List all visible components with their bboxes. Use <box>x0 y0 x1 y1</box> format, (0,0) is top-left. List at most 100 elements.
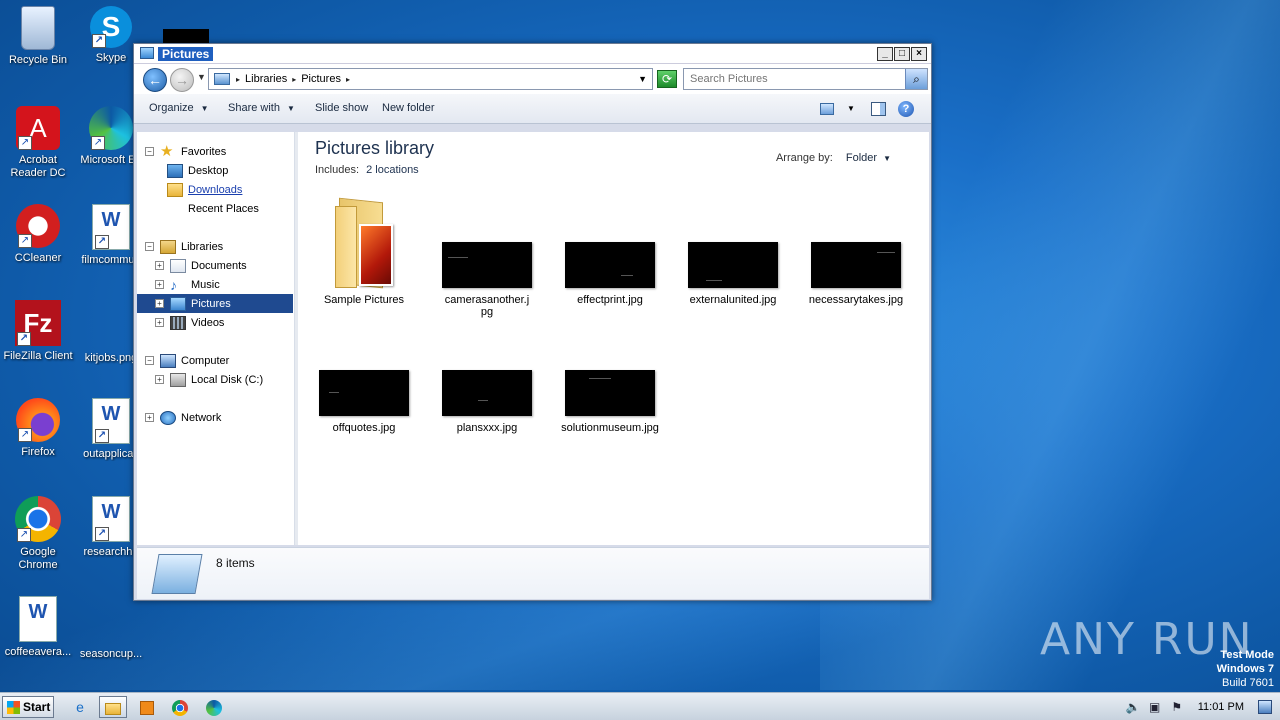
tree-item-desktop[interactable]: Desktop <box>167 161 228 180</box>
skype-icon: S ↗ <box>90 6 132 48</box>
file-item-offquotes[interactable]: offquotes.jpg <box>309 370 419 434</box>
tree-item-downloads[interactable]: Downloads <box>167 180 242 199</box>
tree-item-computer[interactable]: − Computer <box>145 351 229 370</box>
refresh-button[interactable]: ⟳ <box>657 70 677 88</box>
file-item-solutionmuseum[interactable]: solutionmuseum.jpg <box>555 370 665 434</box>
explorer-window[interactable]: Pictures _ □ × ← → ▼ ▸ Libraries ▸ Pictu… <box>133 43 932 601</box>
file-item-camerasanother[interactable]: camerasanother.jpg <box>432 242 542 318</box>
desktop-icon-ccleaner[interactable]: ↗ CCleaner <box>0 204 76 265</box>
image-thumbnail <box>565 370 655 416</box>
expand-icon[interactable]: + <box>155 299 164 308</box>
view-options-dropdown-icon[interactable]: ▼ <box>847 104 855 113</box>
speaker-icon[interactable]: 🔈 <box>1126 700 1141 714</box>
minimize-button[interactable]: _ <box>877 47 893 61</box>
chevron-right-icon[interactable]: ▸ <box>236 75 240 84</box>
tree-item-favorites[interactable]: − ★ Favorites <box>145 142 226 161</box>
expand-icon[interactable]: + <box>145 413 154 422</box>
taskbar-ie-icon[interactable]: e <box>66 696 94 718</box>
recycle-bin-icon <box>21 6 55 50</box>
desktop-icon-filezilla[interactable]: Fz ↗ FileZilla Client <box>0 300 76 363</box>
change-view-icon[interactable] <box>820 103 834 115</box>
collapse-icon[interactable]: − <box>145 242 154 251</box>
image-thumbnail <box>442 242 532 288</box>
new-folder-button[interactable]: New folder <box>382 102 435 114</box>
taskbar-chrome-icon[interactable] <box>166 696 194 718</box>
tree-item-videos[interactable]: + Videos <box>155 313 224 332</box>
taskbar: Start e 🔈 ▣ ⚑ 11:01 PM <box>0 692 1280 720</box>
caret-down-icon: ▼ <box>883 154 891 163</box>
film-strip-icon <box>170 315 186 330</box>
file-icon <box>87 596 135 644</box>
star-icon: ★ <box>160 142 174 160</box>
library-title: Pictures library <box>315 138 435 158</box>
slide-show-button[interactable]: Slide show <box>315 102 368 114</box>
recent-places-icon <box>167 202 183 216</box>
search-box[interactable]: ⌕ <box>683 68 928 90</box>
organize-button[interactable]: Organize ▼ <box>149 102 209 114</box>
action-center-flag-icon[interactable]: ⚑ <box>1170 700 1184 714</box>
file-item-necessarytakes[interactable]: necessarytakes.jpg <box>801 242 911 306</box>
music-note-icon: ♪ <box>170 276 177 293</box>
collapse-icon[interactable]: − <box>145 356 154 365</box>
taskbar-edge-icon[interactable] <box>200 696 228 718</box>
address-box[interactable]: ▸ Libraries ▸ Pictures ▸ ▼ <box>208 68 653 90</box>
details-pane: 8 items <box>137 547 929 599</box>
forward-button[interactable]: → <box>170 68 194 92</box>
taskbar-explorer-icon[interactable] <box>99 696 127 718</box>
tree-item-local-disk[interactable]: + Local Disk (C:) <box>155 370 263 389</box>
breadcrumb-libraries[interactable]: Libraries <box>245 73 287 85</box>
desktop-icon-acrobat[interactable]: A ↗ Acrobat Reader DC <box>0 106 76 180</box>
clock[interactable]: 11:01 PM <box>1198 701 1244 713</box>
collapse-icon[interactable]: − <box>145 147 154 156</box>
search-icon[interactable]: ⌕ <box>905 69 927 89</box>
desktop-icon-recycle-bin[interactable]: Recycle Bin <box>0 6 76 67</box>
chevron-right-icon[interactable]: ▸ <box>292 75 296 84</box>
address-dropdown-icon[interactable]: ▼ <box>638 74 647 84</box>
desktop-icon-firefox[interactable]: ↗ Firefox <box>0 398 76 459</box>
image-thumbnail <box>442 370 532 416</box>
image-file-icon <box>87 300 135 348</box>
file-item-plansxxx[interactable]: plansxxx.jpg <box>432 370 542 434</box>
back-button[interactable]: ← <box>143 68 167 92</box>
expand-icon[interactable]: + <box>155 280 164 289</box>
show-desktop-icon[interactable] <box>1258 700 1272 714</box>
network-tray-icon[interactable]: ▣ <box>1148 700 1162 714</box>
file-item-effectprint[interactable]: effectprint.jpg <box>555 242 665 306</box>
desktop-icon-coffeeavera[interactable]: W coffeeavera... <box>0 596 76 659</box>
share-with-button[interactable]: Share with ▼ <box>228 102 295 114</box>
pictures-icon <box>170 296 186 311</box>
tree-item-music[interactable]: + ♪ Music <box>155 275 220 294</box>
breadcrumb-pictures[interactable]: Pictures <box>301 73 341 85</box>
expand-icon[interactable]: + <box>155 375 164 384</box>
recent-pages-dropdown-icon[interactable]: ▼ <box>197 72 206 82</box>
tree-item-recent-places[interactable]: Recent Places <box>167 199 259 218</box>
file-name: plansxxx.jpg <box>456 422 518 434</box>
taskbar-media-player-icon[interactable] <box>133 696 161 718</box>
title-bar[interactable]: Pictures _ □ × <box>134 44 931 64</box>
search-input[interactable] <box>684 69 902 89</box>
locations-link[interactable]: 2 locations <box>366 164 419 176</box>
close-button[interactable]: × <box>911 47 927 61</box>
expand-icon[interactable]: + <box>155 261 164 270</box>
desktop-icon-seasoncup[interactable]: seasoncup... <box>73 596 149 661</box>
word-document-icon: W ↗ <box>92 496 130 542</box>
tree-item-documents[interactable]: + Documents <box>155 256 247 275</box>
start-button[interactable]: Start <box>2 696 54 718</box>
windows-logo-icon <box>7 701 20 714</box>
word-document-icon: W ↗ <box>92 398 130 444</box>
tree-item-libraries[interactable]: − Libraries <box>145 237 223 256</box>
expand-icon[interactable]: + <box>155 318 164 327</box>
help-icon[interactable]: ? <box>898 101 914 117</box>
chevron-right-icon[interactable]: ▸ <box>346 75 350 84</box>
file-item-sample-pictures[interactable]: Sample Pictures <box>309 194 419 306</box>
file-item-externalunited[interactable]: externalunited.jpg <box>678 242 788 306</box>
tree-item-pictures[interactable]: + Pictures <box>137 294 293 313</box>
image-thumbnail <box>565 242 655 288</box>
preview-pane-icon[interactable] <box>871 102 886 116</box>
image-thumbnail <box>319 370 409 416</box>
maximize-button[interactable]: □ <box>894 47 910 61</box>
tree-item-network[interactable]: + Network <box>145 408 221 427</box>
system-tray: 🔈 ▣ ⚑ 11:01 PM <box>1126 695 1280 719</box>
desktop-icon-chrome[interactable]: ↗ Google Chrome <box>0 496 76 572</box>
arrange-by-dropdown[interactable]: Folder ▼ <box>846 152 891 164</box>
